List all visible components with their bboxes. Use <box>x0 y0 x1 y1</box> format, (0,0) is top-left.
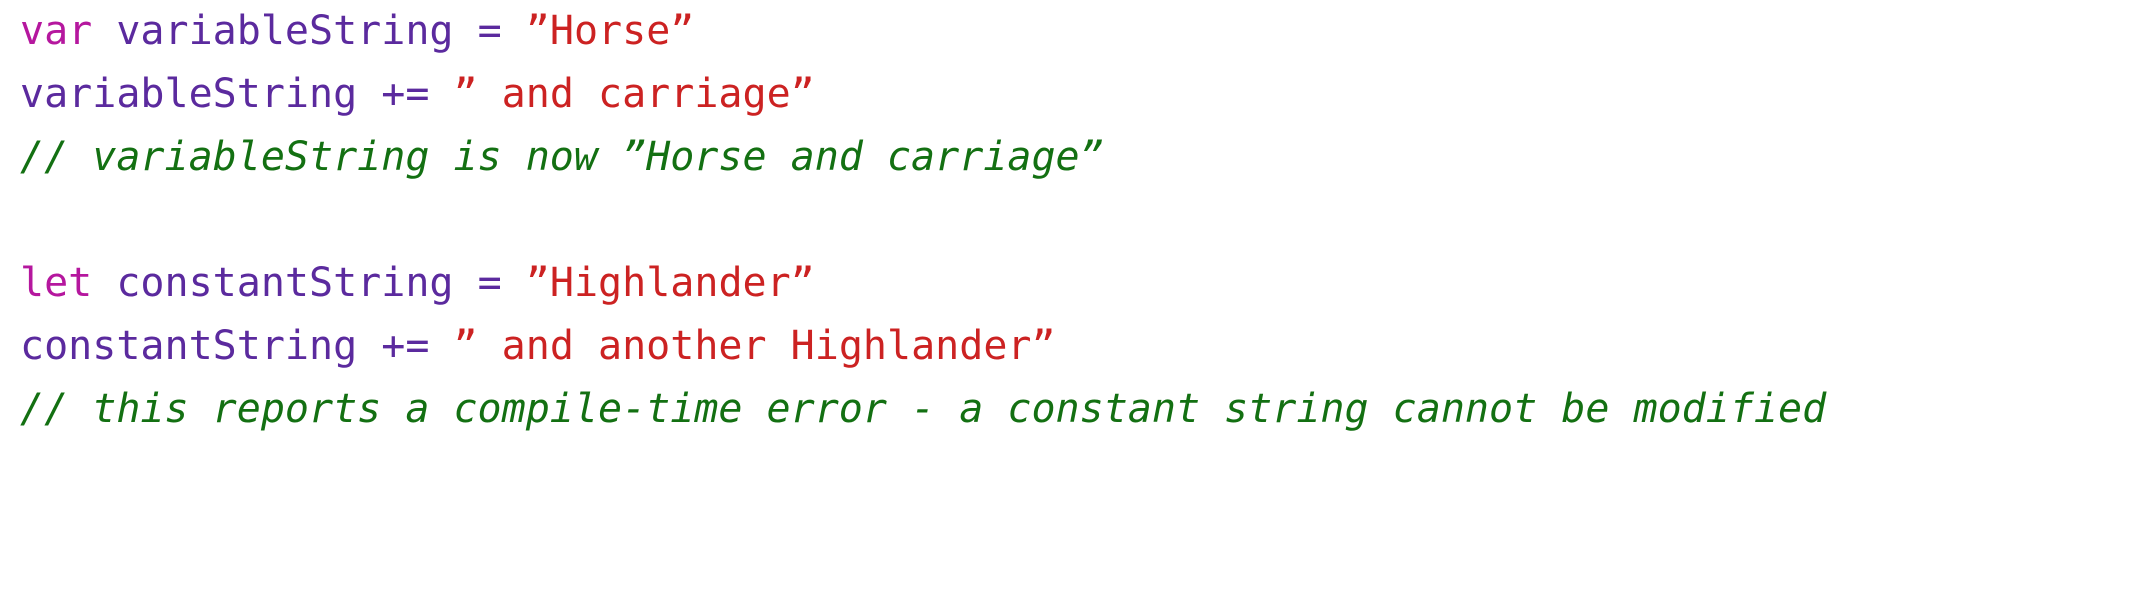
code-token-plain: constantString <box>20 323 358 369</box>
code-line: variableString += ” and carriage” <box>20 63 2150 126</box>
code-line: // this reports a compile-time error - a… <box>20 378 2150 441</box>
code-listing[interactable]: var variableString = ”Horse” variableStri… <box>0 0 2150 606</box>
code-token-string: ”Horse” <box>525 8 695 54</box>
code-token-operator: = <box>477 260 502 306</box>
code-line: var variableString = ”Horse” <box>20 0 2150 63</box>
code-token-string: ” and another Highlander” <box>453 323 1056 369</box>
code-token-comment: // this reports a compile-time error - a… <box>20 386 1827 432</box>
code-line: let constantString = ”Highlander” <box>20 252 2150 315</box>
code-line: // variableString is now ”Horse and carr… <box>20 126 2150 189</box>
code-token-keyword: let <box>20 260 93 306</box>
code-token-plain: variableString <box>20 71 358 117</box>
code-token-operator: = <box>477 8 502 54</box>
code-token-plain: variableString <box>116 8 454 54</box>
code-token-plain: constantString <box>116 260 454 306</box>
code-token-comment: // variableString is now ”Horse and carr… <box>20 134 1104 180</box>
code-token-string: ”Highlander” <box>525 260 815 306</box>
code-token-operator: += <box>381 71 430 117</box>
code-token-string: ” and carriage” <box>453 71 815 117</box>
code-token-operator: += <box>381 323 430 369</box>
code-line: constantString += ” and another Highland… <box>20 315 2150 378</box>
code-token-keyword: var <box>20 8 93 54</box>
